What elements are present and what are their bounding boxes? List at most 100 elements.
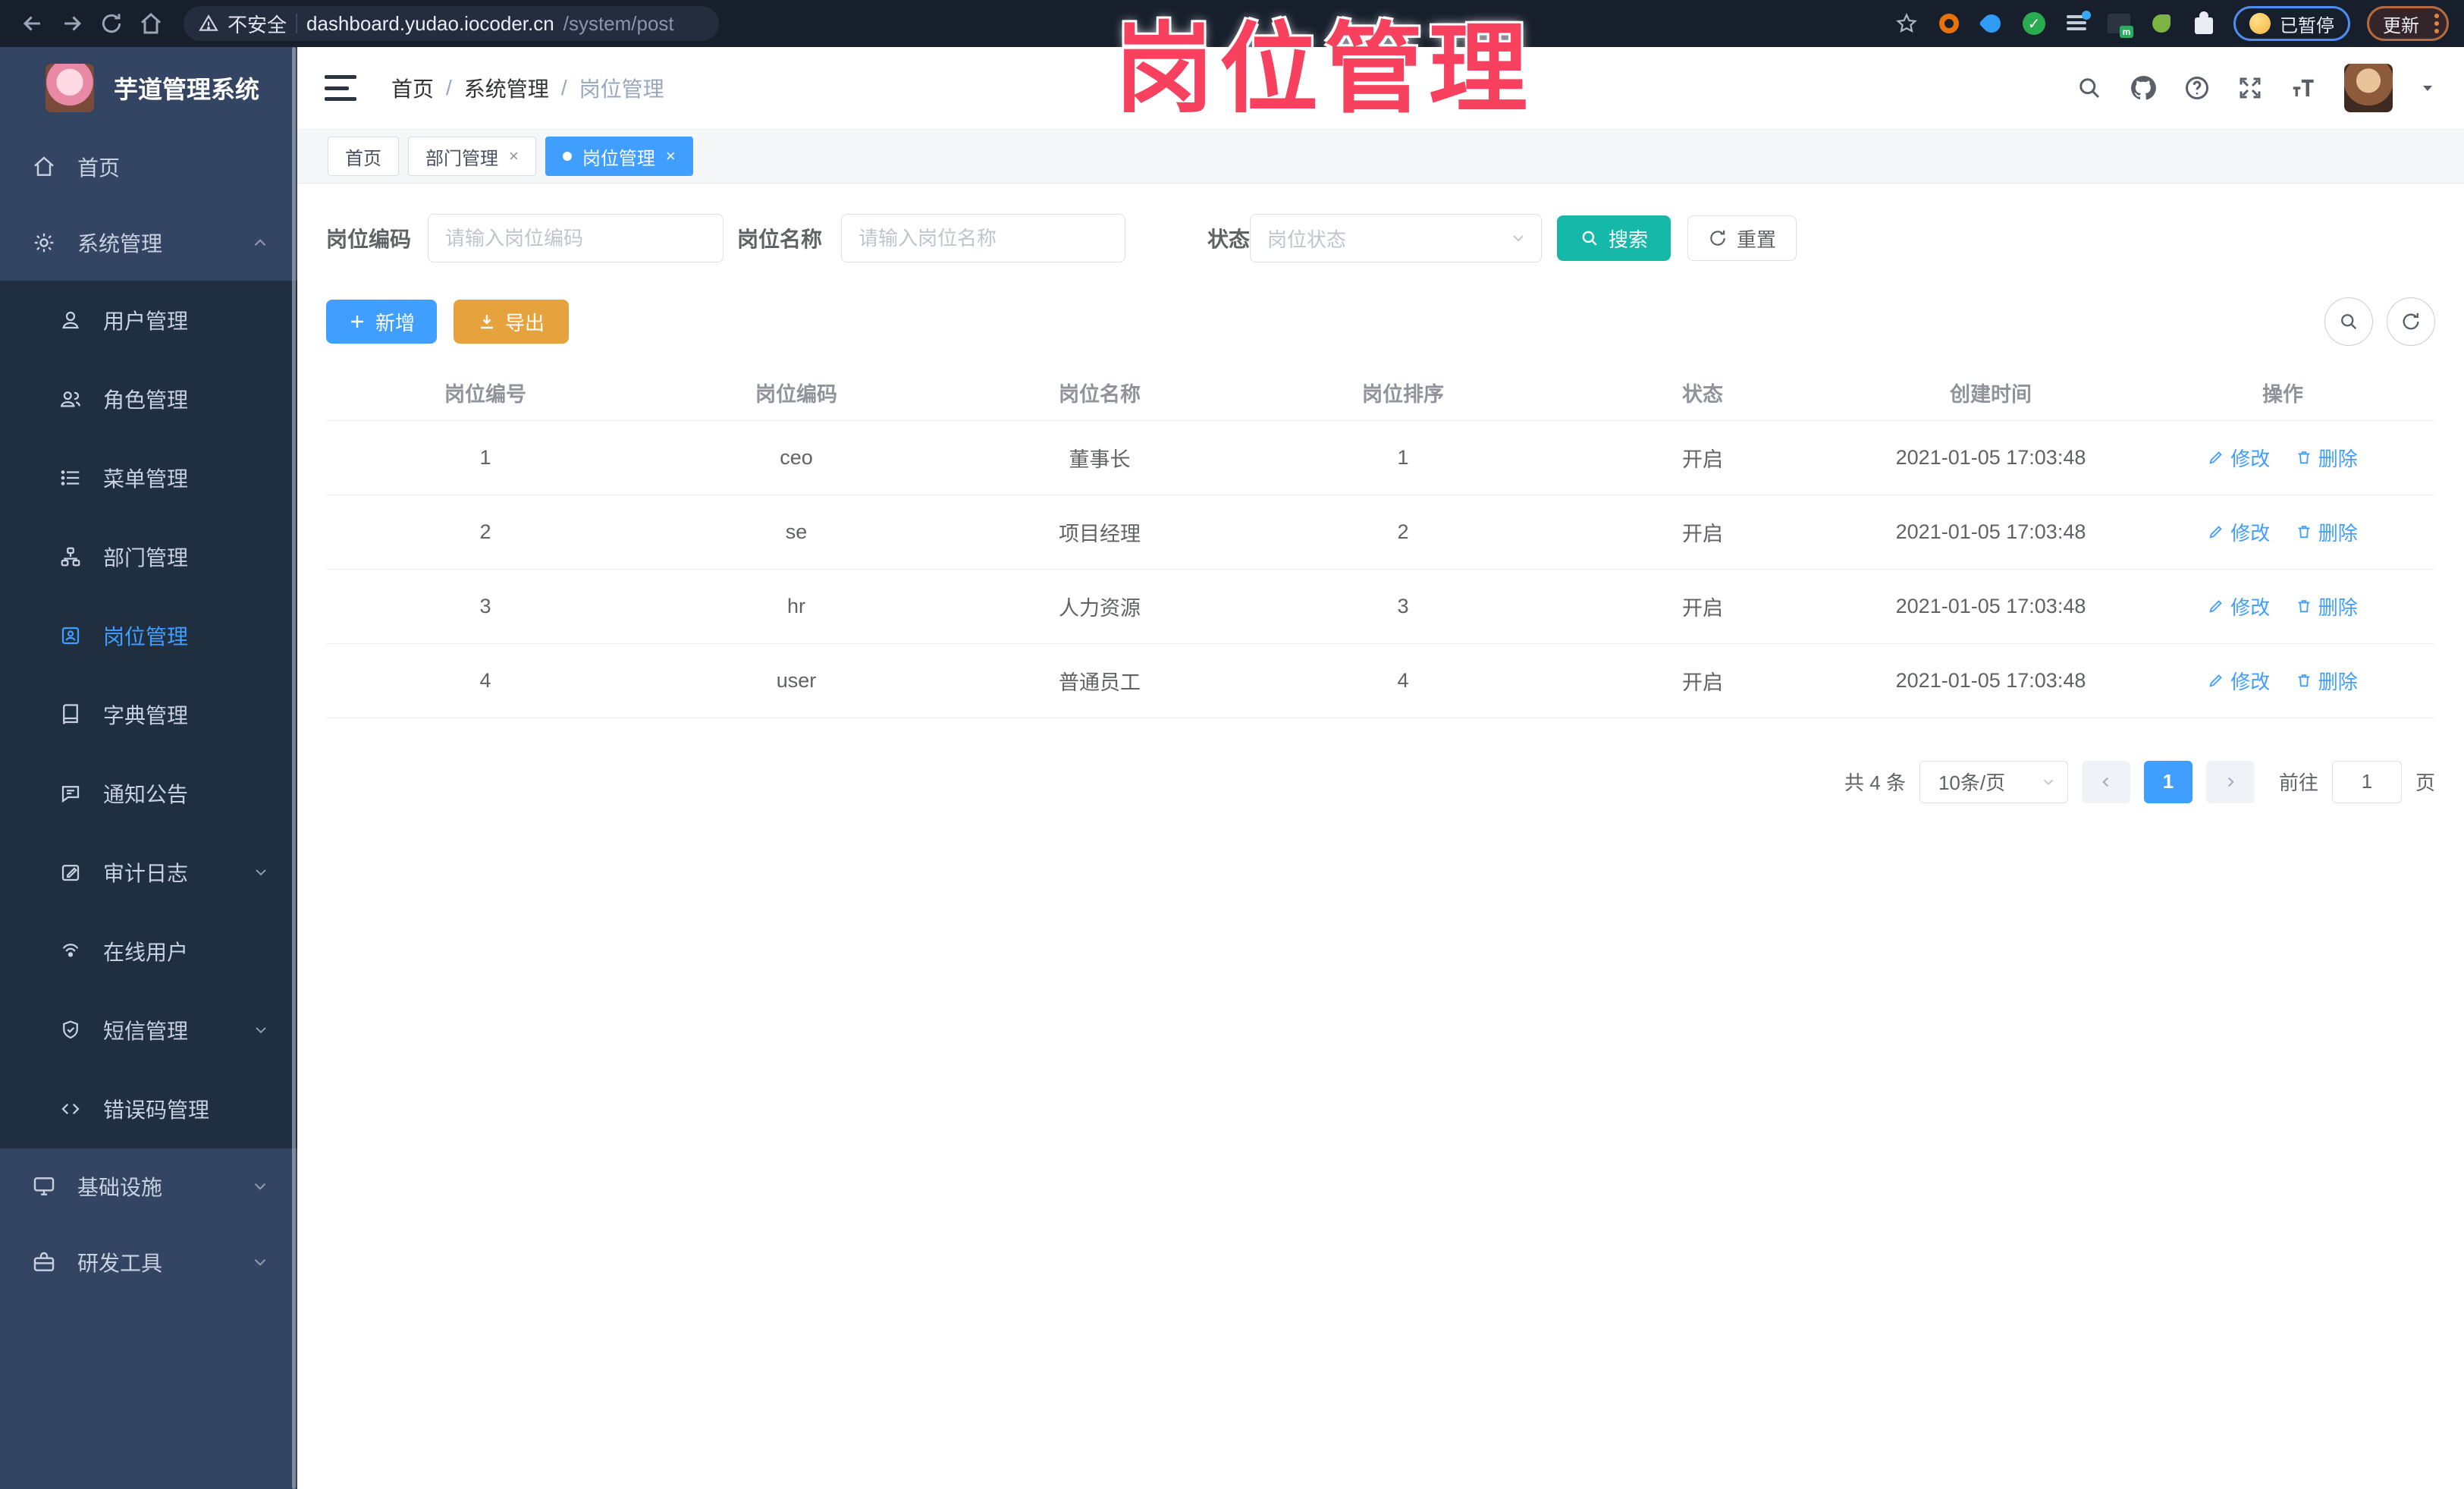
sidebar-collapse-button[interactable] [325, 75, 358, 101]
search-icon[interactable] [2076, 74, 2103, 102]
delete-link[interactable]: 删除 [2296, 444, 2358, 472]
sidebar-item-devtools[interactable]: 研发工具 [0, 1224, 297, 1300]
cell-code: hr [645, 569, 948, 644]
add-button[interactable]: 新增 [326, 300, 437, 344]
chevron-left-icon [2102, 777, 2109, 787]
cell-sort: 2 [1251, 495, 1555, 570]
list-icon [61, 470, 80, 485]
goto-page-input[interactable] [2331, 760, 2402, 803]
search-form: 岗位编码 岗位名称 状态 岗位状态 搜索 重置 [326, 214, 2435, 262]
extension-orange[interactable] [1936, 11, 1962, 36]
sidebar-item-home[interactable]: 首页 [0, 129, 297, 205]
sidebar-item-label: 通知公告 [103, 783, 189, 806]
sidebar-item-depts[interactable]: 部门管理 [0, 517, 297, 596]
browser-reload-button[interactable] [94, 6, 129, 41]
trash-icon [2298, 451, 2310, 464]
cell-created: 2021-01-05 17:03:48 [1850, 643, 2131, 718]
tab-post[interactable]: 岗位管理 × [545, 137, 693, 176]
extension-pin[interactable] [1979, 11, 2004, 36]
github-icon[interactable] [2129, 74, 2158, 102]
edit-link[interactable]: 修改 [2208, 518, 2270, 546]
export-button-label: 导出 [504, 311, 545, 335]
export-button[interactable]: 导出 [454, 300, 569, 344]
refresh-icon [1710, 230, 1725, 246]
page-size-select[interactable]: 10条/页 [1919, 760, 2068, 803]
browser-back-button[interactable] [15, 6, 50, 41]
font-size-icon[interactable] [2290, 74, 2318, 102]
url-path: /system/post [563, 11, 674, 35]
extension-tabs[interactable] [2064, 11, 2091, 36]
fullscreen-icon[interactable] [2236, 74, 2264, 102]
refresh-icon [2403, 313, 2419, 330]
sidebar-item-dicts[interactable]: 字典管理 [0, 675, 297, 754]
sidebar-item-posts[interactable]: 岗位管理 [0, 596, 297, 675]
bookmark-star-button[interactable] [1894, 11, 1919, 36]
browser-update-button[interactable]: 更新 [2367, 6, 2449, 41]
orange-ring-icon [1939, 14, 1959, 33]
sidebar-item-label: 角色管理 [103, 388, 189, 412]
tab-label: 部门管理 [425, 148, 498, 169]
green-sprout-icon [2152, 14, 2171, 33]
breadcrumb-system[interactable]: 系统管理 [464, 73, 549, 103]
post-name-input[interactable] [841, 214, 1126, 262]
trash-icon [2298, 526, 2310, 539]
sidebar-item-system[interactable]: 系统管理 [0, 205, 297, 281]
status-select[interactable]: 岗位状态 [1250, 214, 1543, 262]
post-code-input[interactable] [428, 214, 724, 262]
table-toolbar: 新增 导出 [326, 297, 2435, 346]
posts-table: 岗位编号 岗位编码 岗位名称 岗位排序 状态 创建时间 操作 1 ceo 董事长 [326, 366, 2434, 718]
breadcrumb-home[interactable]: 首页 [391, 73, 434, 103]
app-logo-row[interactable]: 芋道管理系统 [0, 47, 297, 129]
sidebar-item-roles[interactable]: 角色管理 [0, 360, 297, 438]
user-avatar[interactable] [2344, 64, 2393, 112]
next-page-button[interactable] [2205, 760, 2255, 803]
sidebar-item-label: 基础设施 [77, 1176, 163, 1199]
reset-button[interactable]: 重置 [1687, 215, 1797, 261]
extension-m[interactable]: m [2106, 11, 2133, 38]
edit-square-icon [61, 865, 80, 881]
chevron-down-icon [254, 1258, 266, 1266]
cell-code: ceo [645, 420, 948, 495]
address-bar[interactable]: 不安全 dashboard.yudao.iocoder.cn/system/po… [184, 6, 719, 41]
sidebar-item-auditlog[interactable]: 审计日志 [0, 833, 297, 912]
sidebar-item-infra[interactable]: 基础设施 [0, 1148, 297, 1224]
delete-link[interactable]: 删除 [2296, 592, 2358, 620]
page-number-1[interactable]: 1 [2143, 760, 2192, 803]
browser-forward-button[interactable] [55, 6, 89, 41]
refresh-table-button[interactable] [2387, 297, 2435, 346]
tab-close-icon[interactable]: × [509, 148, 519, 165]
help-icon[interactable] [2183, 74, 2211, 102]
sidebar-item-menus[interactable]: 菜单管理 [0, 438, 297, 517]
tab-close-icon[interactable]: × [666, 148, 676, 165]
sidebar-item-online-users[interactable]: 在线用户 [0, 912, 297, 991]
sidebar-item-notices[interactable]: 通知公告 [0, 754, 297, 833]
url-host: dashboard.yudao.iocoder.cn [306, 11, 554, 35]
sidebar-item-errorcodes[interactable]: 错误码管理 [0, 1070, 297, 1148]
browser-menu-icon[interactable] [2434, 14, 2439, 33]
delete-link[interactable]: 删除 [2296, 667, 2358, 695]
cell-created: 2021-01-05 17:03:48 [1850, 420, 2131, 495]
cell-created: 2021-01-05 17:03:48 [1850, 495, 2131, 570]
search-button[interactable]: 搜索 [1557, 215, 1671, 261]
extension-check[interactable]: ✓ [2021, 11, 2047, 36]
extension-green[interactable] [2149, 11, 2174, 36]
sidebar-item-sms[interactable]: 短信管理 [0, 991, 297, 1070]
extensions-menu-button[interactable] [2191, 11, 2217, 36]
prev-page-button[interactable] [2081, 760, 2130, 803]
delete-link[interactable]: 删除 [2296, 518, 2358, 546]
sidebar-item-users[interactable]: 用户管理 [0, 281, 297, 360]
toggle-search-button[interactable] [2324, 297, 2373, 346]
edit-link[interactable]: 修改 [2208, 444, 2270, 472]
tab-home[interactable]: 首页 [328, 137, 399, 176]
browser-home-button[interactable] [133, 6, 168, 41]
sidebar-item-label: 研发工具 [77, 1252, 163, 1275]
edit-link[interactable]: 修改 [2208, 667, 2270, 695]
plus-icon [350, 316, 363, 328]
paused-label: 已暂停 [2280, 15, 2334, 36]
paused-profile-badge[interactable]: 已暂停 [2233, 6, 2350, 41]
pencil-icon [2209, 600, 2222, 613]
edit-link[interactable]: 修改 [2208, 592, 2270, 620]
avatar-caret-icon[interactable] [2418, 79, 2437, 97]
tab-dept[interactable]: 部门管理 × [408, 137, 536, 176]
active-tab-dot [562, 152, 572, 161]
